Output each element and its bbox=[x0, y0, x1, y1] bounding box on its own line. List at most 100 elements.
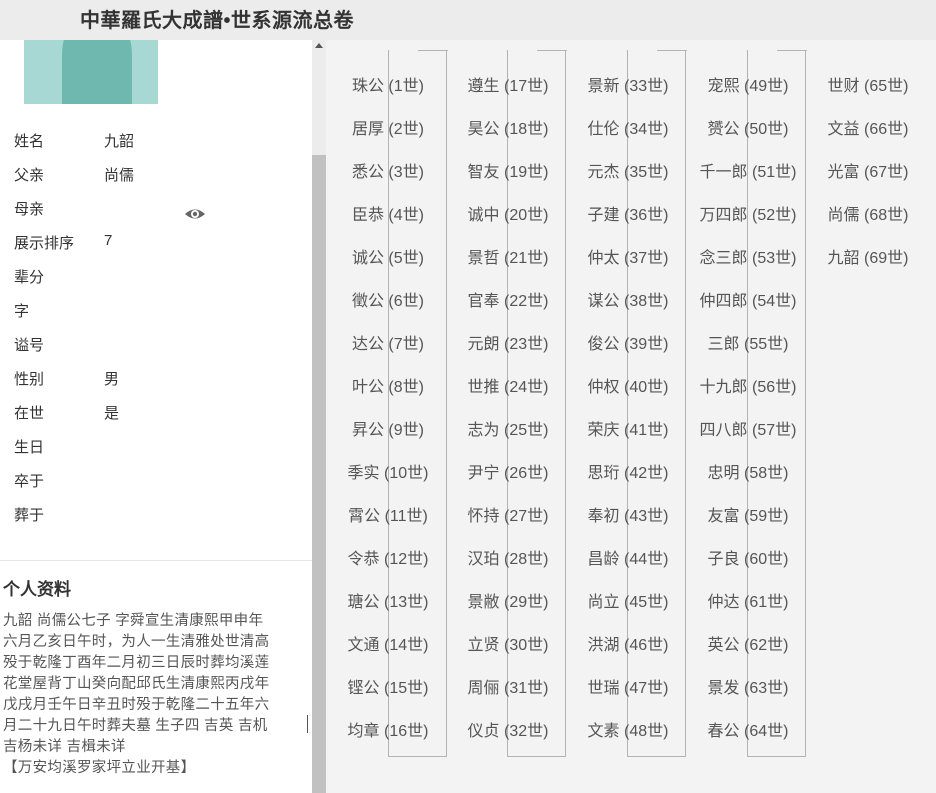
generation-node[interactable]: 世推 (24世) bbox=[448, 373, 568, 397]
generation-node[interactable]: 悉公 (3世) bbox=[328, 158, 448, 182]
field-label: 父亲 bbox=[14, 167, 45, 184]
field-value: 九韶 bbox=[104, 133, 135, 150]
generation-node[interactable]: 景哲 (21世) bbox=[448, 244, 568, 268]
generation-node[interactable]: 千一郎 (51世) bbox=[688, 158, 808, 182]
generation-node[interactable]: 元朗 (23世) bbox=[448, 330, 568, 354]
generation-node[interactable]: 英公 (62世) bbox=[688, 631, 808, 655]
generation-node[interactable]: 均章 (16世) bbox=[328, 717, 448, 741]
generation-node[interactable]: 瑭公 (13世) bbox=[328, 588, 448, 612]
scroll-thumb[interactable] bbox=[312, 155, 326, 793]
field-label: 展示排序 bbox=[14, 235, 75, 252]
generation-node[interactable]: 四八郎 (57世) bbox=[688, 416, 808, 440]
generation-node[interactable]: 九韶 (69世) bbox=[808, 244, 928, 268]
generation-node[interactable]: 仲达 (61世) bbox=[688, 588, 808, 612]
generation-node[interactable]: 仪贞 (32世) bbox=[448, 717, 568, 741]
generation-node[interactable]: 光富 (67世) bbox=[808, 158, 928, 182]
generation-node[interactable]: 达公 (7世) bbox=[328, 330, 448, 354]
field-value[interactable]: 尚儒 bbox=[104, 164, 134, 185]
generation-node[interactable]: 仲太 (37世) bbox=[568, 244, 688, 268]
generation-node[interactable]: 仕伦 (34世) bbox=[568, 115, 688, 139]
generation-node[interactable]: 臣恭 (4世) bbox=[328, 201, 448, 225]
generation-node[interactable]: 文通 (14世) bbox=[328, 631, 448, 655]
generation-node[interactable]: 仲四郎 (54世) bbox=[688, 287, 808, 311]
portrait-silhouette bbox=[62, 40, 132, 104]
field-label: 性别 bbox=[14, 371, 45, 388]
generation-node[interactable]: 景新 (33世) bbox=[568, 72, 688, 96]
generation-node[interactable]: 景发 (63世) bbox=[688, 674, 808, 698]
generation-node[interactable]: 景敝 (29世) bbox=[448, 588, 568, 612]
generation-node[interactable]: 世财 (65世) bbox=[808, 72, 928, 96]
field-value: 男 bbox=[104, 371, 120, 388]
generation-node[interactable]: 怀持 (27世) bbox=[448, 502, 568, 526]
sidebar-scrollbar[interactable] bbox=[312, 40, 326, 793]
field-value: 是 bbox=[104, 405, 120, 422]
field-label: 姓名 bbox=[14, 133, 45, 150]
generation-node[interactable]: 文益 (66世) bbox=[808, 115, 928, 139]
generation-node[interactable]: 元杰 (35世) bbox=[568, 158, 688, 182]
generation-node[interactable]: 谋公 (38世) bbox=[568, 287, 688, 311]
generation-connector-top bbox=[418, 50, 448, 51]
generation-connector-top bbox=[657, 50, 687, 51]
field-label: 生日 bbox=[14, 439, 45, 456]
field-label: 字 bbox=[14, 303, 30, 320]
generation-node[interactable]: 智友 (19世) bbox=[448, 158, 568, 182]
generation-node[interactable]: 尚儒 (68世) bbox=[808, 201, 928, 225]
generation-node[interactable]: 洪湖 (46世) bbox=[568, 631, 688, 655]
generation-node[interactable]: 子建 (36世) bbox=[568, 201, 688, 225]
generation-node[interactable]: 官奉 (22世) bbox=[448, 287, 568, 311]
generation-node[interactable]: 令恭 (12世) bbox=[328, 545, 448, 569]
profile-section-title: 个人资料 bbox=[3, 580, 71, 599]
bio-line: 六月乙亥日午时，为人一生清雅处世清高 bbox=[3, 634, 270, 650]
generation-node[interactable]: 十九郎 (56世) bbox=[688, 373, 808, 397]
generation-node[interactable]: 奉初 (43世) bbox=[568, 502, 688, 526]
generation-node[interactable]: 春公 (64世) bbox=[688, 717, 808, 741]
generation-node[interactable]: 三郎 (55世) bbox=[688, 330, 808, 354]
generation-node[interactable]: 仲权 (40世) bbox=[568, 373, 688, 397]
generation-node[interactable]: 叶公 (8世) bbox=[328, 373, 448, 397]
generation-node[interactable]: 念三郎 (53世) bbox=[688, 244, 808, 268]
generation-node[interactable]: 文素 (48世) bbox=[568, 717, 688, 741]
generation-node[interactable]: 世瑞 (47世) bbox=[568, 674, 688, 698]
generation-node[interactable]: 汉珀 (28世) bbox=[448, 545, 568, 569]
generation-node[interactable]: 宠熙 (49世) bbox=[688, 72, 808, 96]
generation-node[interactable]: 遵生 (17世) bbox=[448, 72, 568, 96]
lineage-tree: 珠公 (1世) 居厚 (2世) 悉公 (3世) 臣恭 (4世) 诚公 (5世) 徵公 (6… bbox=[326, 40, 936, 793]
field-label: 卒于 bbox=[14, 473, 45, 490]
generation-node[interactable]: 季实 (10世) bbox=[328, 459, 448, 483]
bio-line: 殁于乾隆丁酉年二月初三日辰时葬均溪莲 bbox=[3, 655, 270, 671]
generation-node[interactable]: 忠明 (58世) bbox=[688, 459, 808, 483]
generation-node[interactable]: 荣庆 (41世) bbox=[568, 416, 688, 440]
scroll-up-arrow-icon[interactable] bbox=[315, 43, 323, 48]
generation-node[interactable]: 铿公 (15世) bbox=[328, 674, 448, 698]
generation-node[interactable]: 居厚 (2世) bbox=[328, 115, 448, 139]
field-label: 辈分 bbox=[14, 269, 45, 286]
eye-icon[interactable] bbox=[184, 207, 206, 221]
generation-node[interactable]: 诚中 (20世) bbox=[448, 201, 568, 225]
generation-node[interactable]: 子良 (60世) bbox=[688, 545, 808, 569]
generation-node[interactable]: 昇公 (9世) bbox=[328, 416, 448, 440]
generation-node[interactable]: 昌龄 (44世) bbox=[568, 545, 688, 569]
sidebar-person-detail: 姓名 九韶 父亲 尚儒 母亲 展示排序 7 辈分字谥号 性别 男在世 是生日 卒于 葬于 个人资料 九韶… bbox=[0, 40, 312, 793]
bio-line: 月二十九日午时葬夫墓 生子四 吉英 吉机 bbox=[3, 718, 268, 734]
bio-line: 戊戌月壬午日辛丑时殁于乾隆二十五年六 bbox=[3, 697, 270, 713]
generation-connector-top bbox=[537, 50, 567, 51]
generation-node[interactable]: 尚立 (45世) bbox=[568, 588, 688, 612]
generation-node[interactable]: 俊公 (39世) bbox=[568, 330, 688, 354]
generation-node[interactable]: 万四郎 (52世) bbox=[688, 201, 808, 225]
generation-node[interactable]: 立贤 (30世) bbox=[448, 631, 568, 655]
portrait-image bbox=[24, 40, 158, 104]
generation-node[interactable]: 诚公 (5世) bbox=[328, 244, 448, 268]
bio-line: 花堂屋背丁山癸向配邱氏生清康熙丙戌年 bbox=[3, 676, 270, 692]
generation-node[interactable]: 徵公 (6世) bbox=[328, 287, 448, 311]
generation-node[interactable]: 昊公 (18世) bbox=[448, 115, 568, 139]
field-value: 7 bbox=[104, 232, 113, 249]
generation-node[interactable]: 珠公 (1世) bbox=[328, 72, 448, 96]
generation-node[interactable]: 思珩 (42世) bbox=[568, 459, 688, 483]
generation-node[interactable]: 赟公 (50世) bbox=[688, 115, 808, 139]
text-cursor bbox=[307, 715, 308, 733]
generation-node[interactable]: 志为 (25世) bbox=[448, 416, 568, 440]
generation-node[interactable]: 周俪 (31世) bbox=[448, 674, 568, 698]
generation-node[interactable]: 霄公 (11世) bbox=[328, 502, 448, 526]
generation-node[interactable]: 尹宁 (26世) bbox=[448, 459, 568, 483]
generation-node[interactable]: 友富 (59世) bbox=[688, 502, 808, 526]
